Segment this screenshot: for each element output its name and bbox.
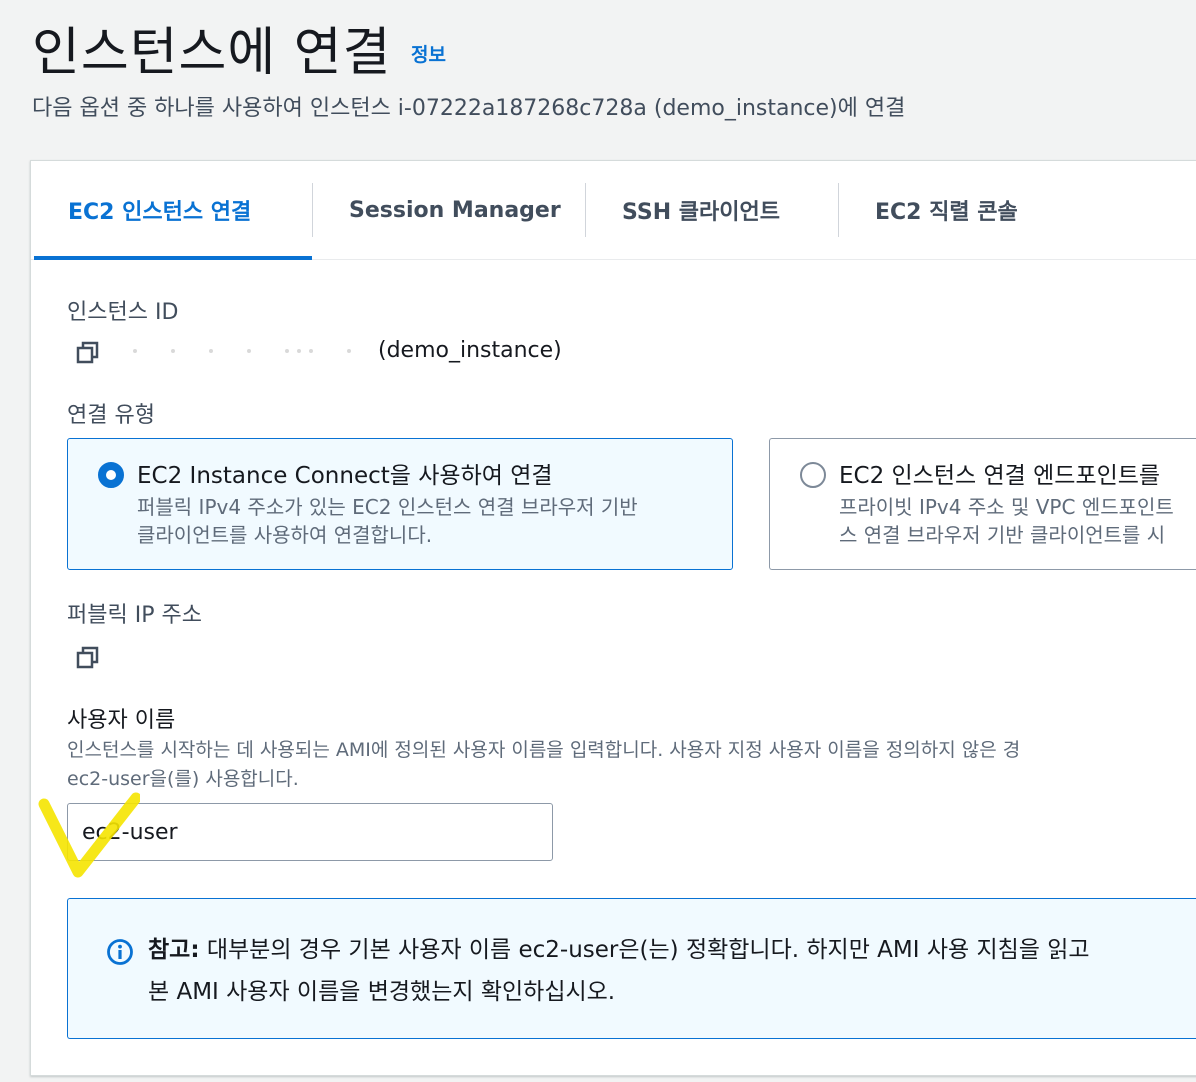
option-description-line: 프라이빗 IPv4 주소 및 VPC 엔드포인트 [839,495,1174,519]
instance-id-label: 인스턴스 ID [67,300,179,325]
connect-panel: EC2 인스턴스 연결 Session Manager SSH 클라이언트 EC… [30,160,1196,1076]
active-tab-indicator [34,256,312,260]
info-link[interactable]: 정보 [411,40,446,67]
info-icon [107,939,133,965]
tab-separator [838,183,839,237]
page-title: 인스턴스에 연결 [32,23,392,83]
username-input[interactable] [67,803,553,861]
tab-bar: EC2 인스턴스 연결 Session Manager SSH 클라이언트 EC… [31,161,1196,260]
page-subtitle: 다음 옵션 중 하나를 사용하여 인스턴스 i-07222a187268c728… [32,96,906,121]
alert-line: 대부분의 경우 기본 사용자 이름 ec2-user은(는) 정확합니다. 하지… [199,937,1090,963]
username-label: 사용자 이름 [67,708,176,733]
alert-line: 본 AMI 사용자 이름을 변경했는지 확인하십시오. [148,979,616,1005]
option-title: EC2 Instance Connect을 사용하여 연결 [137,463,553,489]
connection-type-label: 연결 유형 [67,403,155,428]
tab-ec2-serial-console[interactable]: EC2 직렬 콘솔 [875,161,1018,259]
username-hint: 인스턴스를 시작하는 데 사용되는 AMI에 정의된 사용자 이름을 입력합니다… [67,736,1020,794]
alert-label: 참고: [148,937,200,963]
option-description-line: 퍼블릭 IPv4 주소가 있는 EC2 인스턴스 연결 브라우저 기반 [137,495,638,519]
tab-ec2-instance-connect[interactable]: EC2 인스턴스 연결 [68,161,251,259]
public-ip-label: 퍼블릭 IP 주소 [67,603,202,628]
radio-unchecked[interactable] [800,462,826,488]
tab-ssh-client[interactable]: SSH 클라이언트 [622,161,780,259]
tab-separator [312,183,313,237]
username-hint-line: 인스턴스를 시작하는 데 사용되는 AMI에 정의된 사용자 이름을 입력합니다… [67,739,1021,761]
option-description-line: 클라이언트를 사용하여 연결합니다. [137,523,433,547]
option-description-line: 스 연결 브라우저 기반 클라이언트를 시 [839,523,1166,547]
option-ec2-instance-connect[interactable]: EC2 Instance Connect을 사용하여 연결 퍼블릭 IPv4 주… [67,438,733,570]
info-alert: 참고: 대부분의 경우 기본 사용자 이름 ec2-user은(는) 정확합니다… [67,898,1196,1039]
instance-name: (demo_instance) [378,338,562,363]
option-description: 프라이빗 IPv4 주소 및 VPC 엔드포인트 스 연결 브라우저 기반 클라… [839,493,1174,549]
radio-checked[interactable] [98,462,124,488]
alert-message: 참고: 대부분의 경우 기본 사용자 이름 ec2-user은(는) 정확합니다… [148,929,1090,1013]
option-title: EC2 인스턴스 연결 엔드포인트를 [839,463,1161,489]
username-hint-line: ec2-user을(를) 사용합니다. [67,768,299,790]
copy-icon[interactable] [75,340,101,366]
redacted-instance-id [133,349,353,359]
tab-session-manager[interactable]: Session Manager [349,161,561,259]
option-description: 퍼블릭 IPv4 주소가 있는 EC2 인스턴스 연결 브라우저 기반 클라이언… [137,493,638,549]
tab-separator [585,183,586,237]
option-ec2-instance-connect-endpoint[interactable]: EC2 인스턴스 연결 엔드포인트를 프라이빗 IPv4 주소 및 VPC 엔드… [769,438,1196,570]
copy-icon[interactable] [75,645,101,671]
